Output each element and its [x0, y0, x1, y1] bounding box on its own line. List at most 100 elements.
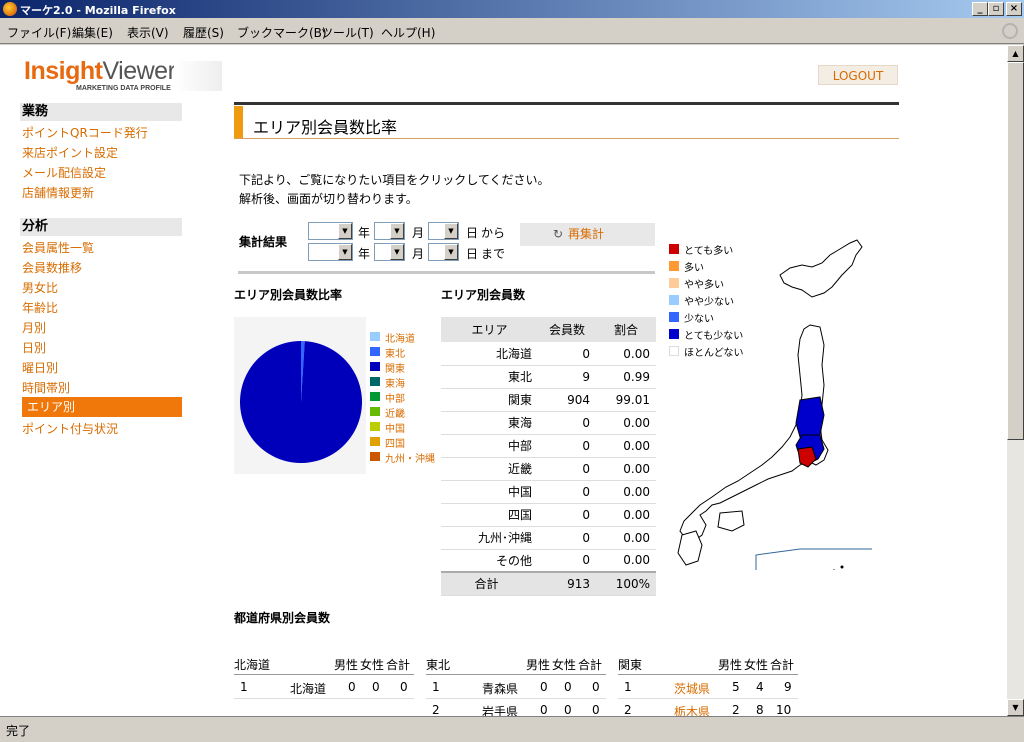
chevron-down-icon: ▼ [338, 223, 352, 239]
nav-item-age-ratio[interactable]: 年齢比 [22, 299, 58, 316]
area-count-cell: 904 [538, 388, 596, 412]
area-count-cell: 0 [538, 457, 596, 481]
pie-panel [234, 317, 366, 474]
pref-section-title: 都道府県別会員数 [234, 611, 331, 625]
pref-no: 1 [432, 680, 440, 694]
vertical-scrollbar[interactable]: ▲ ▼ [1007, 45, 1024, 716]
area-count-cell: 0 [538, 503, 596, 527]
pref-female: 4 [756, 680, 764, 694]
legend-swatch [370, 437, 380, 446]
legend-swatch [370, 362, 380, 371]
page-content: InsightViewer MARKETING DATA PROFILE LOG… [0, 45, 1007, 716]
firefox-icon [3, 2, 17, 16]
pref-female: 8 [756, 703, 764, 716]
area-row: 四国 0 0.00 [441, 503, 656, 527]
pie-legend-label: 四国 [385, 439, 405, 450]
pref-total: 0 [400, 680, 408, 694]
area-row: 中部 0 0.00 [441, 434, 656, 458]
nav-item-member-attrs[interactable]: 会員属性一覧 [22, 239, 94, 256]
menu-history[interactable]: 履歴(S) [183, 24, 224, 41]
nav-item-weekday[interactable]: 曜日別 [22, 359, 58, 376]
nav-item-point-status[interactable]: ポイント付与状況 [22, 420, 118, 437]
pie-legend-label: 東北 [385, 349, 405, 360]
recalculate-button[interactable]: ↻ 再集計 [520, 223, 655, 246]
page-title-bar: エリア別会員数比率 [234, 102, 899, 139]
from-year-select[interactable]: ▼ [308, 222, 353, 240]
pie-legend-label: 関東 [385, 364, 405, 375]
tohoku-region-shape [795, 396, 825, 442]
kyushu-shape [677, 530, 703, 566]
nav-item-member-trend[interactable]: 会員数推移 [22, 259, 82, 276]
japan-map [677, 239, 872, 570]
pref-name: 岩手県 [482, 705, 519, 716]
menu-file[interactable]: ファイル(F) [7, 24, 71, 41]
area-ratio-cell: 0.00 [596, 457, 656, 481]
menu-bar: ファイル(F) 編集(E) 表示(V) 履歴(S) ブックマーク(B) ツール(… [0, 18, 1024, 44]
pref-male: 0 [540, 680, 548, 694]
area-count-cell: 0 [538, 549, 596, 573]
area-row: 東海 0 0.00 [441, 411, 656, 435]
to-day-select[interactable]: ▼ [428, 243, 459, 261]
nav-section-business: 業務 [20, 103, 182, 121]
legend-swatch [370, 422, 380, 431]
nav-item-mail-settings[interactable]: メール配信設定 [22, 164, 106, 181]
menu-edit[interactable]: 編集(E) [72, 24, 113, 41]
pref-name[interactable]: 茨城県 [674, 680, 710, 697]
col-count: 会員数 [538, 317, 596, 343]
nav-item-store-info[interactable]: 店舗情報更新 [22, 184, 94, 201]
area-ratio-cell: 99.01 [596, 388, 656, 412]
insight-viewer-logo: InsightViewer MARKETING DATA PROFILE [24, 57, 222, 95]
pie-legend-label: 北海道 [385, 334, 415, 345]
pref-male: 0 [348, 680, 356, 694]
menu-view[interactable]: 表示(V) [127, 24, 169, 41]
legend-swatch [370, 332, 380, 341]
area-count-cell: 0 [538, 411, 596, 435]
window-title: マーケ2.0 - Mozilla Firefox [20, 4, 176, 17]
area-row: その他 0 0.00 [441, 549, 656, 573]
menu-help[interactable]: ヘルプ(H) [381, 24, 435, 41]
scroll-up-arrow[interactable]: ▲ [1007, 45, 1024, 62]
close-button[interactable]: × [1006, 2, 1022, 16]
legend-swatch [370, 452, 380, 461]
col-female: 女性 [744, 658, 769, 672]
pref-total: 0 [592, 703, 600, 716]
scroll-down-arrow[interactable]: ▼ [1007, 699, 1024, 716]
nav-item-hourly[interactable]: 時間帯別 [22, 379, 70, 396]
nav-item-visit-points[interactable]: 来店ポイント設定 [22, 144, 118, 161]
pref-name[interactable]: 栃木県 [674, 703, 710, 716]
pref-no: 1 [240, 680, 248, 694]
menu-bookmarks[interactable]: ブックマーク(B) [237, 24, 327, 41]
pie-legend-label: 近畿 [385, 409, 405, 420]
nav-item-area[interactable]: エリア別 [22, 397, 182, 417]
area-total-cell: 100% [596, 571, 656, 596]
scroll-thumb[interactable] [1007, 62, 1024, 440]
col-male: 男性 [526, 658, 551, 672]
pie-legend-label: 九州・沖縄 [385, 454, 435, 465]
nav-item-qr-issue[interactable]: ポイントQRコード発行 [22, 124, 148, 141]
nav-item-gender-ratio[interactable]: 男女比 [22, 279, 58, 296]
area-name-cell: 中部 [441, 434, 538, 458]
nav-item-daily[interactable]: 日別 [22, 339, 46, 356]
pref-name: 北海道 [290, 682, 327, 696]
chevron-down-icon: ▼ [444, 244, 458, 260]
area-total-row: 合計 913 100% [441, 571, 656, 596]
area-count-cell: 0 [538, 434, 596, 458]
to-month-select[interactable]: ▼ [374, 243, 405, 261]
pref-name: 青森県 [482, 682, 519, 696]
from-day-select[interactable]: ▼ [428, 222, 459, 240]
area-row: 北海道 0 0.00 [441, 342, 656, 366]
to-year-select[interactable]: ▼ [308, 243, 353, 261]
area-ratio-cell: 0.00 [596, 526, 656, 550]
logout-button[interactable]: LOGOUT [818, 65, 898, 85]
intro-text-1: 下記より、ご覧になりたい項目をクリックしてください。 [239, 173, 550, 187]
pref-area-name: 東北 [426, 658, 451, 672]
menu-tools[interactable]: ツール(T) [321, 24, 374, 41]
maximize-button[interactable]: ▫ [988, 2, 1004, 16]
nav-item-monthly[interactable]: 月別 [22, 319, 46, 336]
pie-title: エリア別会員数比率 [234, 288, 343, 302]
minimize-button[interactable]: _ [972, 2, 988, 16]
shikoku-shape [717, 510, 745, 532]
nav-section-analysis: 分析 [20, 218, 182, 236]
pref-row: 1 北海道 0 0 0 [234, 677, 414, 699]
from-month-select[interactable]: ▼ [374, 222, 405, 240]
